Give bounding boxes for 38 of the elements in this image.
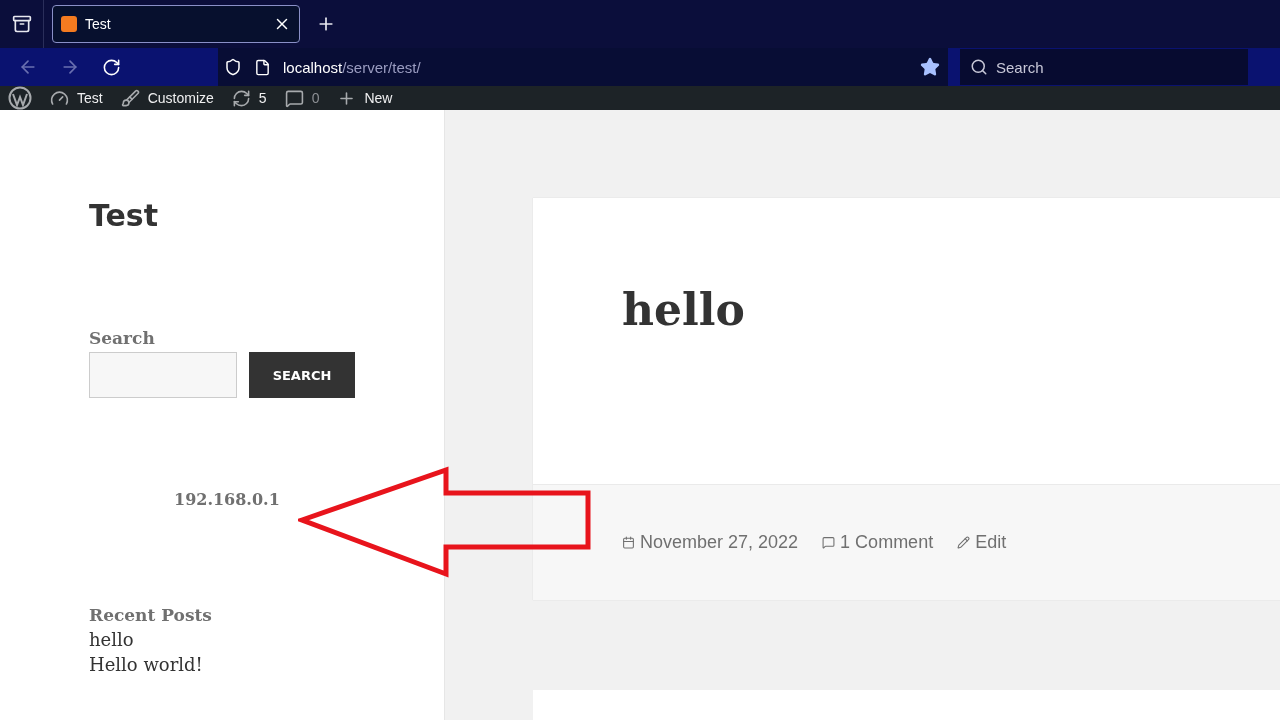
post-meta-link[interactable]: 1 Comment (840, 532, 934, 553)
bookmark-star-icon[interactable] (920, 57, 940, 77)
admin-bar-link[interactable]: Test (77, 90, 103, 106)
post-title[interactable]: hello (622, 284, 1280, 335)
recent-post-link[interactable]: Hello world! (89, 654, 444, 675)
comment-icon (822, 536, 836, 549)
reload-icon[interactable] (102, 57, 121, 77)
admin-bar-link[interactable]: 5 (258, 90, 267, 106)
page-icon (254, 58, 271, 76)
url-text: localhost/server/test/ (283, 58, 422, 76)
search-field[interactable]: Search (960, 49, 1248, 85)
address-bar[interactable]: localhost/server/test/ (218, 48, 948, 86)
widget-title: Recent Posts (89, 605, 213, 625)
pencil-icon (957, 536, 971, 549)
calendar-icon (622, 536, 635, 549)
admin-bar-link[interactable]: New (364, 90, 393, 106)
dashboard-icon[interactable] (50, 88, 69, 108)
post-meta-link[interactable]: November 27, 2022 (640, 532, 799, 553)
post-meta-link[interactable]: Edit (975, 532, 1007, 553)
wordpress-logo-icon[interactable] (8, 86, 32, 110)
admin-bar-link[interactable]: 0 (311, 90, 320, 106)
recent-post-link[interactable]: hello (89, 629, 444, 650)
search-button[interactable]: SEARCH (249, 352, 355, 398)
admin-bar-link[interactable]: Customize (147, 90, 214, 106)
widget-title: Search (89, 328, 156, 348)
search-input[interactable] (89, 352, 237, 398)
shield-icon[interactable] (224, 58, 242, 76)
site-favicon-icon (61, 16, 77, 32)
browser-tab[interactable]: Test (52, 5, 300, 43)
site-title[interactable]: Test (89, 198, 444, 233)
search-placeholder: Search (996, 58, 1044, 76)
customize-icon[interactable] (120, 88, 140, 108)
search-icon (970, 58, 988, 76)
tab-title: Test (85, 16, 112, 32)
ip-address-text: 192.168.0.1 (174, 490, 281, 509)
updates-icon[interactable] (231, 88, 251, 108)
comments-icon[interactable] (284, 88, 304, 108)
tab-list-icon[interactable] (11, 14, 32, 34)
